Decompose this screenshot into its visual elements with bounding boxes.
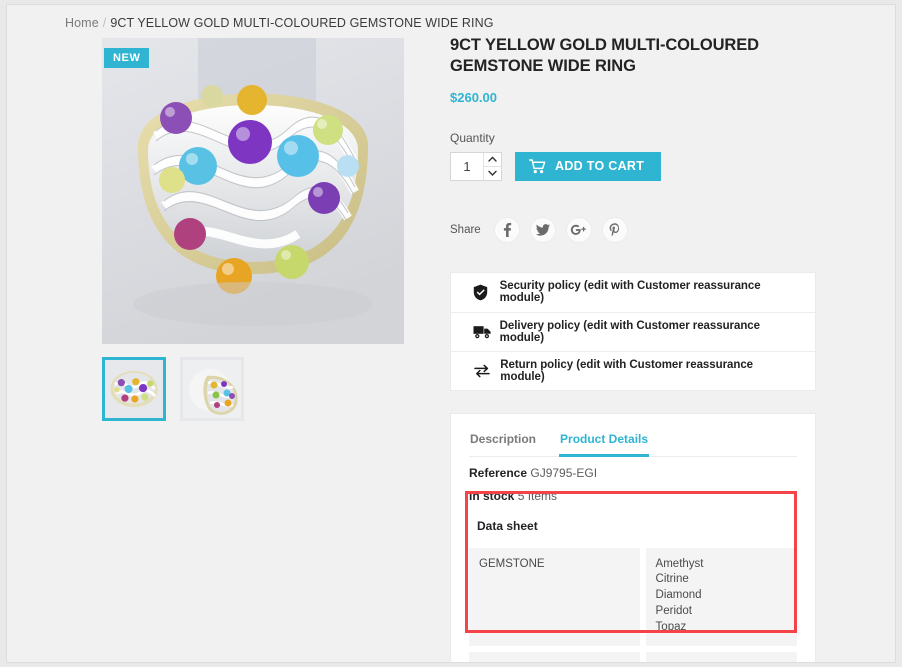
reference-line: Reference GJ9795-EGI	[469, 466, 797, 480]
add-to-cart-label: ADD TO CART	[555, 159, 645, 174]
stock-line: In stock 5 Items	[469, 489, 797, 503]
table-row: GEMSTONE Amethyst Citrine Diamond Perido…	[469, 547, 797, 646]
quantity-input[interactable]	[451, 152, 483, 180]
data-sheet-value-0: Amethyst Citrine Diamond Peridot Topaz	[639, 547, 797, 646]
truck-icon	[473, 325, 500, 339]
data-sheet-name-1: METAL	[469, 651, 640, 662]
quantity-stepper[interactable]	[450, 151, 502, 181]
thumbnail-0[interactable]	[102, 357, 166, 421]
page-container: Home/9CT YELLOW GOLD MULTI-COLOURED GEMS…	[6, 4, 896, 663]
stock-label: In stock	[469, 488, 515, 503]
tab-bar: Description Product Details	[469, 428, 797, 457]
quantity-label: Quantity	[450, 130, 495, 145]
shopping-cart-icon	[529, 158, 546, 173]
data-sheet-title: Data sheet	[477, 518, 538, 533]
tab-description[interactable]: Description	[469, 428, 537, 457]
policy-row-delivery[interactable]: Delivery policy (edit with Customer reas…	[451, 311, 815, 351]
share-pinterest-button[interactable]	[601, 216, 628, 243]
table-row: METAL 9ct Yellow Gold	[469, 651, 797, 662]
quantity-decrement-button[interactable]	[484, 165, 501, 180]
thumbnail-image-0	[105, 360, 163, 418]
tab-product-details[interactable]: Product Details	[559, 428, 650, 457]
breadcrumb-home-link[interactable]: Home	[65, 16, 99, 30]
main-product-image[interactable]: NEW	[102, 38, 404, 344]
ring-photograph	[102, 38, 404, 344]
stock-value: 5 Items	[517, 488, 558, 503]
product-details-card: Description Product Details Reference GJ…	[450, 412, 816, 662]
policy-row-security[interactable]: Security policy (edit with Customer reas…	[451, 273, 815, 312]
purchase-row: ADD TO CART	[450, 151, 816, 181]
share-google-plus-button[interactable]	[565, 216, 592, 243]
pinterest-icon	[609, 222, 619, 236]
quantity-increment-button[interactable]	[484, 152, 501, 166]
shield-check-icon	[473, 284, 500, 301]
share-row: Share	[450, 216, 816, 243]
data-sheet-table: GEMSTONE Amethyst Citrine Diamond Perido…	[469, 542, 797, 662]
chevron-up-icon	[488, 156, 497, 162]
data-sheet-name-0: GEMSTONE	[469, 547, 640, 646]
new-badge: NEW	[104, 48, 150, 68]
product-price: $260.00	[450, 89, 497, 105]
quantity-spinner	[483, 152, 501, 180]
google-plus-icon	[571, 224, 587, 235]
breadcrumb: Home/9CT YELLOW GOLD MULTI-COLOURED GEMS…	[65, 16, 494, 30]
product-gallery: NEW	[102, 38, 404, 421]
page-title: 9CT YELLOW GOLD MULTI-COLOURED GEMSTONE …	[450, 36, 759, 75]
exchange-icon	[473, 364, 500, 378]
policy-row-return[interactable]: Return policy (edit with Customer reassu…	[451, 350, 815, 390]
chevron-down-icon	[488, 170, 497, 177]
data-sheet-value-1: 9ct Yellow Gold	[639, 651, 797, 662]
thumbnail-1[interactable]	[180, 357, 244, 421]
facebook-icon	[503, 222, 511, 237]
product-info-column: 9CT YELLOW GOLD MULTI-COLOURED GEMSTONE …	[450, 35, 816, 662]
twitter-icon	[535, 223, 550, 236]
breadcrumb-separator: /	[102, 16, 107, 30]
share-facebook-button[interactable]	[493, 216, 520, 243]
policy-label-delivery: Delivery policy (edit with Customer reas…	[499, 319, 760, 344]
customer-reassurance-block: Security policy (edit with Customer reas…	[450, 271, 816, 391]
policy-label-security: Security policy (edit with Customer reas…	[499, 280, 761, 305]
breadcrumb-current: 9CT YELLOW GOLD MULTI-COLOURED GEMSTONE …	[110, 16, 494, 30]
thumbnail-strip	[102, 357, 244, 421]
reference-value: GJ9795-EGI	[530, 465, 598, 480]
share-twitter-button[interactable]	[529, 216, 556, 243]
add-to-cart-button[interactable]: ADD TO CART	[515, 151, 662, 181]
share-label: Share	[450, 223, 481, 236]
data-sheet: Data sheet GEMSTONE Amethyst Citrine Dia…	[469, 515, 797, 662]
thumbnail-image-1	[183, 360, 241, 418]
policy-label-return: Return policy (edit with Customer reassu…	[500, 358, 754, 383]
reference-label: Reference	[469, 465, 528, 480]
